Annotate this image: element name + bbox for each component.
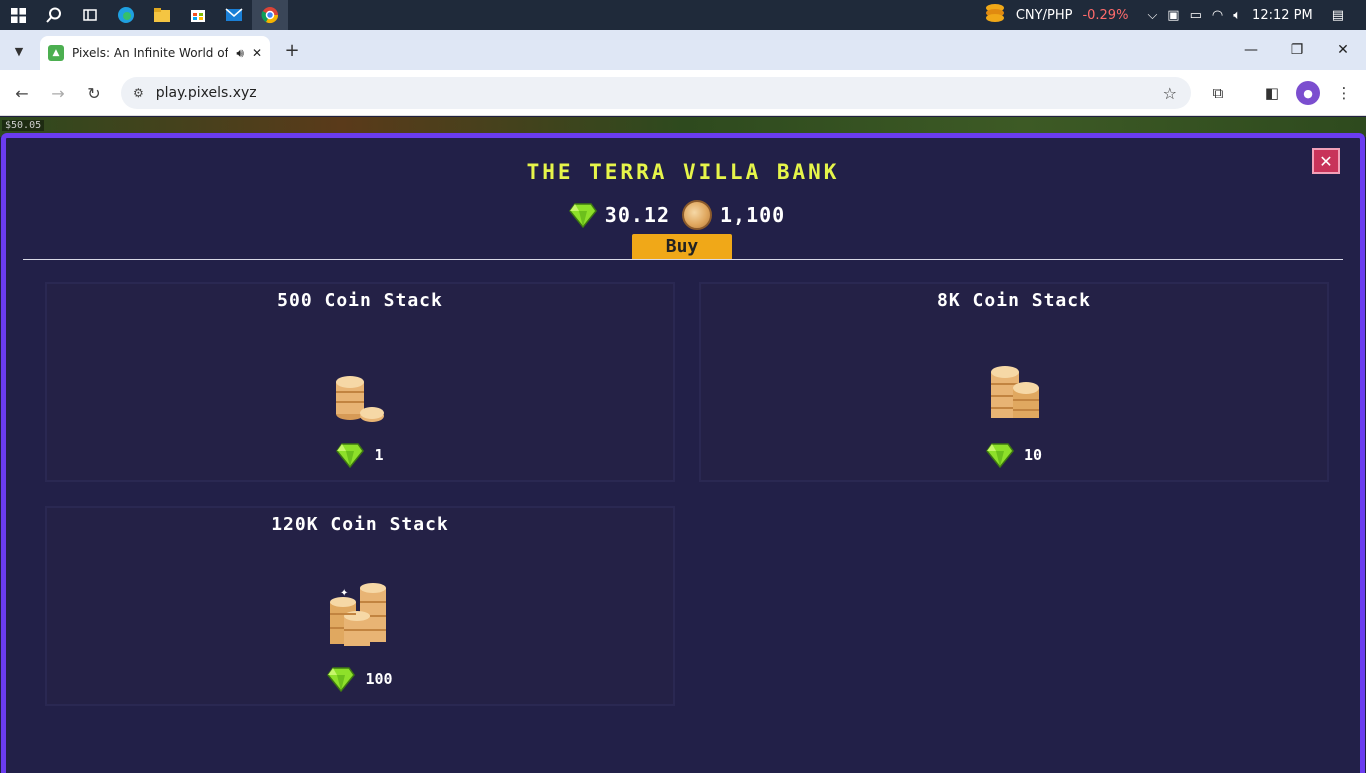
minimize-icon[interactable]: — — [1228, 30, 1274, 70]
bank-item-card-8k[interactable]: 8K Coin Stack 10 — [699, 282, 1329, 482]
item-name: 500 Coin Stack — [277, 290, 443, 311]
browser-tab-pixels[interactable]: ▲ Pixels: An Infinite World of E 🔊︎ ✕ — [40, 36, 270, 70]
file-explorer-icon[interactable] — [144, 0, 180, 30]
ticker-pair[interactable]: CNY/PHP — [1016, 8, 1073, 23]
profile-avatar[interactable]: ● — [1296, 81, 1320, 105]
forward-arrow-icon[interactable]: → — [46, 81, 70, 105]
extensions-icon[interactable]: ⧉ — [1206, 81, 1230, 105]
volume-icon[interactable]: 🔈︎ — [1233, 8, 1241, 23]
edge-browser-icon[interactable] — [108, 0, 144, 30]
bookmark-star-icon[interactable]: ☆ — [1163, 84, 1177, 103]
new-tab-button[interactable]: + — [282, 40, 302, 61]
tab-close-icon[interactable]: ✕ — [252, 46, 262, 60]
url-text[interactable]: play.pixels.xyz — [156, 85, 257, 101]
task-view-icon[interactable] — [72, 0, 108, 30]
ticker-widget-icon[interactable] — [984, 3, 1006, 27]
chrome-icon[interactable] — [252, 0, 288, 30]
buy-tab-button[interactable]: Buy — [632, 234, 732, 259]
item-price-value: 100 — [365, 670, 393, 688]
tab-search-dropdown-icon[interactable]: ▼ — [8, 40, 30, 62]
windows-taskbar: CNY/PHP -0.29% ⌵ ▣ ▭ ◠ 🔈︎ 12:12 PM ▤ — [0, 0, 1366, 30]
address-bar[interactable]: ⚙ play.pixels.xyz ☆ — [121, 77, 1191, 109]
coin-stack-large-icon: ✦ — [330, 583, 386, 646]
item-price: 10 — [701, 442, 1327, 468]
coin-stack-medium-icon — [991, 366, 1039, 418]
system-tray: CNY/PHP -0.29% ⌵ ▣ ▭ ◠ 🔈︎ 12:12 PM ▤ — [979, 0, 1366, 30]
item-name: 8K Coin Stack — [937, 290, 1091, 311]
tab-audio-icon[interactable]: 🔊︎ — [236, 46, 244, 61]
chevron-up-icon[interactable]: ⌵ — [1147, 8, 1157, 23]
bank-item-card-120k[interactable]: 120K Coin Stack ✦ 100 — [45, 506, 675, 706]
gem-icon — [568, 203, 597, 228]
item-name: 120K Coin Stack — [271, 514, 449, 535]
svg-text:✦: ✦ — [340, 588, 348, 599]
ticker-change[interactable]: -0.29% — [1082, 8, 1128, 23]
clock[interactable]: 12:12 PM — [1252, 8, 1313, 23]
item-price-value: 10 — [1023, 446, 1043, 464]
coin-balance: 1,100 — [720, 203, 786, 227]
bank-title: THE TERRA VILLA BANK — [526, 160, 840, 184]
restore-icon[interactable]: ❐ — [1274, 30, 1320, 70]
tab-title: Pixels: An Infinite World of E — [72, 46, 229, 60]
gem-icon — [986, 443, 1014, 468]
browser-tab-bar: ▼ ▲ Pixels: An Infinite World of E 🔊︎ ✕ … — [0, 30, 1366, 70]
meet-icon[interactable]: ▣ — [1167, 8, 1179, 23]
modal-close-button[interactable]: ✕ — [1312, 148, 1340, 174]
mail-icon[interactable] — [216, 0, 252, 30]
item-price-value: 1 — [374, 446, 384, 464]
balance-display: 30.12 1,100 — [6, 200, 1360, 230]
coin-icon — [682, 200, 712, 230]
window-close-icon[interactable]: ✕ — [1320, 30, 1366, 70]
bank-modal: THE TERRA VILLA BANK ✕ 30.12 1,100 Buy 5… — [1, 133, 1365, 773]
gem-icon — [327, 667, 356, 692]
battery-icon[interactable]: ▭ — [1190, 8, 1202, 23]
site-info-icon[interactable]: ⚙ — [133, 86, 144, 100]
store-icon[interactable] — [180, 0, 216, 30]
notification-icon[interactable]: ▤ — [1332, 8, 1344, 23]
gem-icon — [336, 443, 365, 468]
pixels-favicon-icon: ▲ — [48, 45, 64, 61]
wifi-icon[interactable]: ◠ — [1212, 8, 1223, 23]
side-panel-icon[interactable]: ◧ — [1260, 81, 1284, 105]
chrome-menu-icon[interactable]: ⋮ — [1332, 81, 1356, 105]
coin-stack-small-icon — [336, 376, 384, 422]
bank-item-card-500[interactable]: 500 Coin Stack 1 — [45, 282, 675, 482]
gem-balance: 30.12 — [604, 203, 670, 227]
windows-start-icon[interactable] — [0, 0, 36, 30]
item-price: 100 — [47, 666, 673, 692]
item-price: 1 — [47, 442, 673, 468]
reload-icon[interactable]: ↻ — [82, 81, 106, 105]
search-icon[interactable] — [36, 0, 72, 30]
section-divider — [23, 259, 1343, 260]
browser-toolbar: ← → ↻ ⚙ play.pixels.xyz ☆ ⧉ ◧ ● ⋮ — [0, 70, 1366, 116]
game-hud-readout: $50.05 — [2, 120, 45, 131]
back-arrow-icon[interactable]: ← — [10, 81, 34, 105]
